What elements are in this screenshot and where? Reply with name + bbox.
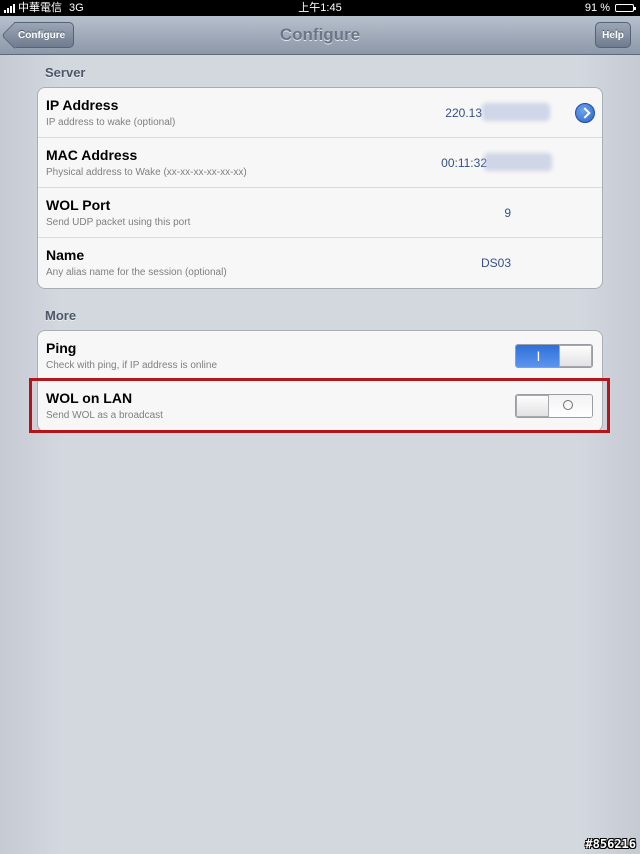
toggle-on-label: I (516, 345, 561, 367)
section-header-more: More (45, 308, 77, 323)
disclosure-arrow-icon[interactable] (575, 103, 595, 123)
row-subtitle: Check with ping, if IP address is online (46, 360, 218, 371)
status-time: 上午1:45 (298, 2, 342, 14)
signal-icon (4, 3, 15, 13)
row-mac-address[interactable]: MAC Address Physical address to Wake (xx… (38, 138, 602, 188)
redacted-blur (482, 103, 550, 121)
row-title: MAC Address (46, 147, 138, 163)
section-header-server: Server (45, 65, 86, 80)
redacted-blur (484, 153, 552, 171)
row-name[interactable]: Name Any alias name for the session (opt… (38, 238, 602, 288)
server-group: IP Address IP address to wake (optional)… (37, 87, 603, 289)
row-subtitle: IP address to wake (optional) (46, 117, 176, 128)
row-title: Ping (46, 340, 77, 356)
status-bar: 中華電信 3G 上午1:45 91 % (0, 0, 640, 16)
name-value: DS03 (480, 256, 511, 270)
row-wol-on-lan: WOL on LAN Send WOL as a broadcast (38, 381, 602, 431)
battery-label: 91 % (584, 2, 610, 14)
toggle-knob (516, 395, 549, 417)
row-title: WOL on LAN (46, 390, 133, 406)
toggle-knob (559, 345, 592, 367)
help-button[interactable]: Help (595, 22, 631, 48)
wol-port-value: 9 (504, 206, 511, 220)
mac-address-value: 00:11:32 (441, 156, 487, 170)
row-wol-port[interactable]: WOL Port Send UDP packet using this port… (38, 188, 602, 238)
row-title: IP Address (46, 97, 119, 113)
status-left: 中華電信 3G (4, 0, 84, 16)
battery-icon (615, 4, 636, 12)
row-ip-address[interactable]: IP Address IP address to wake (optional)… (38, 88, 602, 138)
row-subtitle: Any alias name for the session (optional… (46, 267, 227, 278)
row-title: WOL Port (46, 197, 111, 213)
toggle-off-circle-icon (547, 395, 592, 417)
wol-on-lan-toggle[interactable] (515, 394, 593, 418)
ip-address-value: 220.13 (445, 106, 482, 120)
row-subtitle: Physical address to Wake (xx-xx-xx-xx-xx… (46, 167, 247, 178)
status-right: 91 % (584, 0, 636, 16)
page-title: Configure (279, 25, 361, 44)
navigation-bar: Configure Configure Help (0, 16, 640, 55)
back-button[interactable]: Configure (14, 22, 75, 48)
carrier-label: 中華電信 (18, 2, 62, 14)
more-group: Ping Check with ping, if IP address is o… (37, 330, 603, 432)
row-ping: Ping Check with ping, if IP address is o… (38, 331, 602, 381)
row-subtitle: Send WOL as a broadcast (46, 410, 163, 421)
watermark: #856216 (585, 837, 636, 851)
row-title: Name (46, 247, 85, 263)
network-label: 3G (69, 2, 84, 14)
row-subtitle: Send UDP packet using this port (46, 217, 191, 228)
ping-toggle[interactable]: I (515, 344, 593, 368)
settings-content: Server IP Address IP address to wake (op… (0, 55, 640, 854)
